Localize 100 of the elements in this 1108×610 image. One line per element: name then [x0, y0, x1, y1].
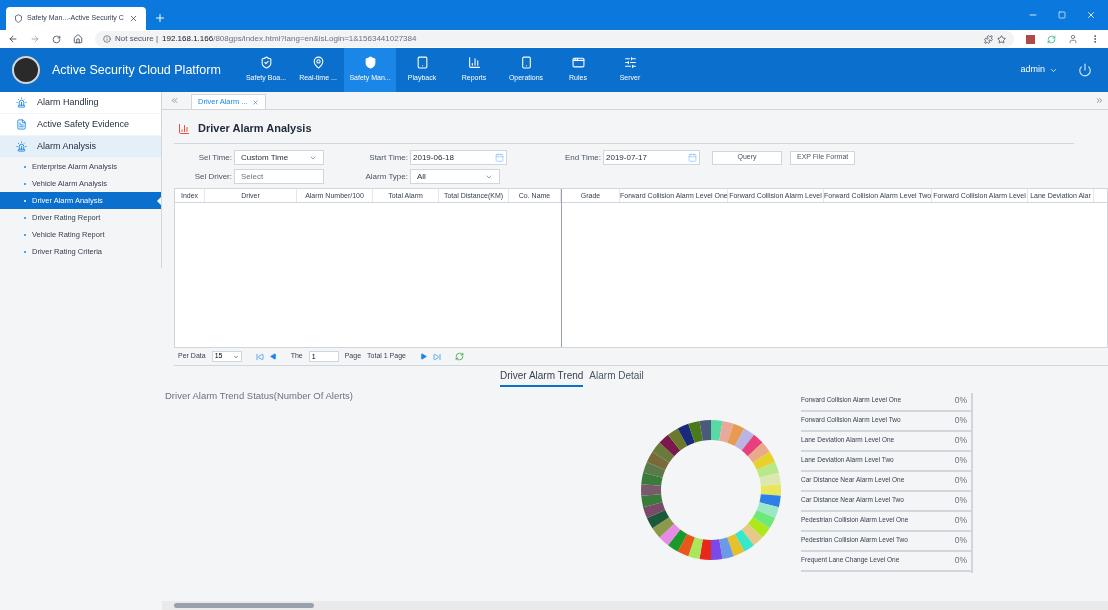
window-icon [571, 56, 585, 70]
field-label: Sel Driver: [193, 170, 232, 183]
extension-icon[interactable] [984, 34, 993, 44]
donut-segment [677, 423, 695, 447]
donut-segment [747, 442, 770, 463]
refresh-icon[interactable] [454, 352, 464, 361]
tablet-icon [415, 56, 429, 70]
donut-segment [727, 423, 745, 447]
donut-segment [752, 510, 776, 529]
page-title: Driver Alarm Analysis [198, 121, 312, 137]
date-field[interactable]: 2019-06-18 [410, 150, 507, 165]
user-menu[interactable]: admin [1020, 63, 1058, 77]
legend-percent: 0% [954, 433, 967, 447]
first-page-icon[interactable] [255, 352, 264, 361]
field-label: End Time: [564, 151, 601, 164]
forward-icon[interactable] [30, 34, 40, 44]
donut-segment [741, 434, 763, 457]
info-icon [103, 35, 111, 43]
siren-icon [16, 141, 27, 152]
map-pin-icon [311, 56, 325, 70]
input-field[interactable]: Select [234, 169, 324, 184]
close-icon[interactable] [251, 98, 259, 106]
donut-segment [759, 472, 781, 486]
home-icon[interactable] [73, 34, 83, 44]
donut-segment [711, 420, 723, 441]
scrollbar-thumb[interactable] [174, 603, 314, 608]
previous-page-icon[interactable] [269, 353, 277, 360]
chart-title: Driver Alarm Trend Status(Number Of Alerts) [165, 389, 354, 403]
donut-segment [734, 529, 754, 552]
donut-segment [688, 420, 703, 443]
close-icon[interactable] [129, 14, 138, 23]
calendar-icon [495, 153, 504, 162]
bookmark-icon[interactable] [997, 34, 1006, 44]
legend-percent: 0% [954, 453, 967, 467]
new-tab-icon[interactable] [154, 12, 166, 24]
legend-percent: 0% [954, 473, 967, 487]
trend-tab[interactable]: Alarm Detail [589, 368, 644, 387]
bar-chart-icon [178, 122, 190, 135]
donut-segment [747, 517, 770, 538]
logo-icon [12, 56, 40, 84]
field-label: Alarm Type: [364, 170, 408, 183]
shield-icon [363, 56, 377, 70]
donut-segment [643, 461, 666, 478]
donut-segment [688, 537, 703, 560]
donut-segment [711, 539, 723, 560]
donut-segment [719, 420, 734, 443]
donut-segment [641, 472, 663, 486]
address-field[interactable]: Not secure | 192.168.1.166/808gps/index.html?lang=en&isLogin=1&1563441027384 [95, 31, 1014, 47]
back-icon[interactable] [8, 34, 18, 44]
power-icon[interactable] [1078, 63, 1092, 77]
dropdown-field[interactable]: Custom Time [234, 150, 324, 165]
donut-segment [659, 434, 681, 457]
date-field[interactable]: 2019-07-17 [603, 150, 700, 165]
donut-segment [756, 461, 779, 478]
donut-segment [641, 484, 662, 496]
close-icon[interactable] [1086, 10, 1096, 20]
trend-tab[interactable]: Driver Alarm Trend [500, 368, 584, 387]
phone-icon [519, 56, 533, 70]
donut-segment [719, 537, 734, 560]
sync-extension-icon[interactable] [1047, 34, 1056, 44]
donut-segment [641, 494, 663, 508]
sidebar-item[interactable]: Active Safety Evidence [0, 114, 161, 136]
donut-segment [759, 494, 781, 508]
shield-icon [259, 56, 273, 70]
donut-segment [677, 533, 695, 557]
profile-icon[interactable] [1068, 34, 1078, 44]
next-page-icon[interactable] [419, 353, 427, 360]
maximize-icon[interactable] [1058, 11, 1066, 19]
donut-segment [646, 510, 670, 529]
donut-segment [646, 451, 670, 470]
legend-percent: 0% [954, 553, 967, 567]
donut-segment [668, 428, 688, 451]
donut-segment [659, 523, 681, 546]
donut-segment [699, 539, 711, 560]
pdf-extension-icon[interactable] [1026, 34, 1035, 44]
dropdown-field[interactable]: All [410, 169, 500, 184]
donut-segment [699, 420, 711, 441]
sidebar-item[interactable]: Alarm Handling [0, 92, 161, 114]
donut-segment [643, 502, 666, 519]
donut-segment [652, 442, 675, 463]
sidebar-item[interactable]: Alarm Analysis [0, 136, 161, 158]
expand-icon[interactable] [1095, 96, 1104, 105]
bar-chart-icon [467, 56, 481, 70]
field-label: Start Time: [368, 151, 408, 164]
legend-percent: 0% [954, 533, 967, 547]
legend-percent: 0% [954, 413, 967, 427]
caret-icon [232, 353, 239, 360]
donut-segment [756, 502, 779, 519]
reload-icon[interactable] [52, 34, 61, 44]
sliders-icon [623, 56, 637, 70]
collapse-icon[interactable] [170, 96, 179, 105]
legend-percent: 0% [954, 493, 967, 507]
donut-segment [752, 451, 776, 470]
donut-segment [741, 523, 763, 546]
siren-icon [16, 97, 27, 108]
app-title: Active Security Cloud Platform [52, 61, 221, 79]
donut-segment [652, 517, 675, 538]
document-icon [16, 119, 27, 130]
last-page-icon[interactable] [432, 352, 441, 361]
donut-segment [760, 484, 781, 496]
